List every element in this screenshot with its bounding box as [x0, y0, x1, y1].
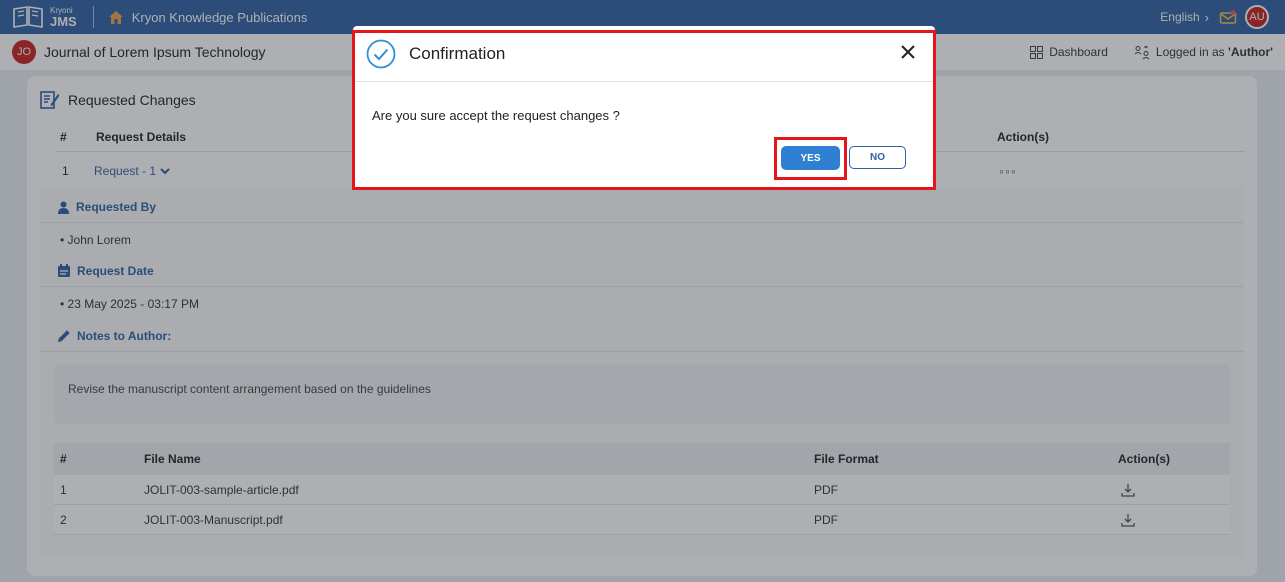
close-icon[interactable] — [899, 43, 917, 61]
dialog-message: Are you sure accept the request changes … — [372, 108, 620, 123]
no-button[interactable]: NO — [849, 146, 906, 169]
dialog-title: Confirmation — [409, 43, 506, 63]
yes-button[interactable]: YES — [781, 146, 840, 170]
check-circle-icon — [366, 39, 396, 69]
confirmation-dialog: Confirmation Are you sure accept the req… — [353, 26, 935, 189]
